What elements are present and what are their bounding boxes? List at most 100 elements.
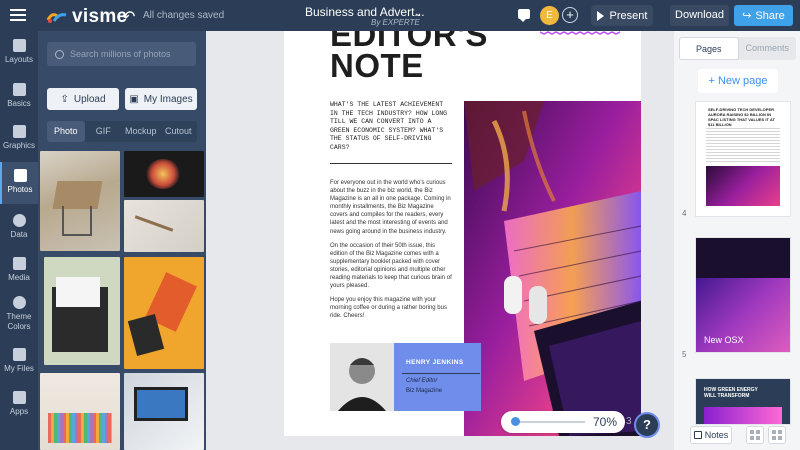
play-icon [596,10,604,21]
grid-view-icon[interactable] [746,426,764,444]
page-thumbnail-5[interactable]: New OSX [696,238,790,352]
rail-item-graphics[interactable]: Graphics [0,125,38,150]
rail-label: Apps [9,407,29,416]
avatar[interactable]: E [540,6,559,25]
data-icon [12,214,26,227]
notes-icon [693,431,702,439]
present-button[interactable]: Present [591,5,653,26]
photo-thumbnail-desk[interactable] [40,151,120,251]
slide-title: HOW GREEN ENERGY WILL TRANSFORM [704,387,758,399]
editor-page[interactable]: EDITOR'S NOTE WHAT'S THE LATEST ACHIEVEM… [284,31,641,436]
slide-title: SELF-DRIVING TECH DEVELOPER AURORA RAISI… [708,107,775,127]
laptop-photo[interactable] [464,101,641,436]
document-author: By EXPERTE [371,18,420,27]
author-role: Chief Editor [406,378,438,384]
menu-icon[interactable] [10,9,26,21]
author-name: HENRY JENKINS [406,359,464,366]
photo-grid [38,151,206,450]
rail-item-layouts[interactable]: Layouts [0,39,38,64]
photo-search[interactable] [47,42,196,66]
search-icon [55,49,64,59]
heading-line-2: NOTE [330,47,424,84]
notes-button[interactable]: Notes [690,426,732,444]
tab-comments[interactable]: Comments [739,37,797,60]
undo-icon[interactable]: ↶ [122,7,135,27]
share-button[interactable]: ↪ Share [734,5,793,26]
apps-icon [12,391,26,404]
zoom-level: 70% [593,415,618,429]
rail-label: Theme Colors [6,312,32,331]
grid-view-large-icon[interactable] [768,426,786,444]
notes-label: Notes [704,430,729,440]
logo-text: visme [72,6,128,27]
editor-question-text[interactable]: WHAT'S THE LATEST ACHIEVEMENT IN THE TEC… [330,101,452,152]
page-number-5: 5 [682,350,687,359]
document-title[interactable]: Business and Advert... [305,5,424,19]
layouts-icon [12,39,26,52]
zoom-slider-handle[interactable] [511,417,520,426]
rail-item-basics[interactable]: Basics [0,83,38,108]
slide-image [706,166,780,206]
slide-image [704,407,782,424]
upload-button[interactable]: ⇪ Upload [47,88,119,110]
page-thumbnail-6[interactable]: HOW GREEN ENERGY WILL TRANSFORM [696,379,790,424]
photos-icon [13,169,27,182]
photo-thumbnail-monitors[interactable] [124,373,204,450]
comment-icon[interactable] [518,9,530,22]
zoom-slider-track[interactable] [513,421,585,423]
tab-pages[interactable]: Pages [679,37,739,60]
photo-thumbnail-hand-glow[interactable] [124,151,204,197]
my-images-button[interactable]: ▣ My Images [125,88,197,110]
logo-mark-icon [46,13,67,23]
rail-item-photos[interactable]: Photos [0,162,38,204]
download-button[interactable]: Download [670,5,729,26]
save-status: All changes saved [143,10,225,21]
upload-label: Upload [73,93,106,105]
pages-panel-tabs: Pages Comments [679,37,796,60]
rail-label: My Files [4,364,34,373]
left-rail: Layouts Basics Graphics Photos Data Medi… [0,31,38,450]
tab-photo[interactable]: Photo [47,121,85,142]
add-collaborator-icon[interactable]: + [562,7,578,23]
rail-item-media[interactable]: Media [0,257,38,282]
neon-laptop-image [464,101,641,436]
slide-text-lines [706,128,780,162]
editor-body-text[interactable]: For everyone out in the world who's curi… [330,179,452,327]
divider [330,163,452,164]
photo-thumbnail-workspace[interactable] [124,200,204,252]
present-label: Present [609,9,648,22]
my-images-label: My Images [143,93,193,105]
author-divider [402,373,480,374]
paragraph-2: On the occasion of their 50th issue, thi… [330,242,452,290]
page-heading[interactable]: EDITOR'S NOTE [330,31,488,84]
view-toggle [746,426,792,444]
new-page-button[interactable]: + New page [698,69,778,93]
photo-thumbnail-pencils[interactable] [40,373,120,450]
rail-label: Photos [7,185,33,194]
graphics-icon [12,125,26,138]
palette-icon [12,296,26,309]
tab-mockup[interactable]: Mockup [122,121,160,142]
portrait-image [330,343,394,411]
tab-cutout[interactable]: Cutout [160,121,198,142]
rail-item-my-files[interactable]: My Files [0,348,38,373]
author-card[interactable]: HENRY JENKINS Chief Editor Biz Magazine [394,343,481,411]
pages-panel: Pages Comments + New page SELF-DRIVING T… [674,31,800,450]
help-button[interactable]: ? [634,412,660,438]
photo-type-tabs: Photo GIF Mockup Cutout [47,121,197,142]
author-photo[interactable] [330,343,394,411]
basics-icon [12,83,26,96]
photo-thumbnail-stationery[interactable] [124,257,204,369]
tab-gif[interactable]: GIF [85,121,123,142]
chevron-down-icon[interactable]: ⌄ [414,8,422,19]
rail-item-data[interactable]: Data [0,214,38,239]
search-input[interactable] [70,49,190,59]
visme-logo[interactable]: visme [46,6,127,28]
files-icon [12,348,26,361]
photo-thumbnail-envelope[interactable] [44,257,120,365]
rail-item-apps[interactable]: Apps [0,391,38,416]
page-thumbnail-4[interactable]: SELF-DRIVING TECH DEVELOPER AURORA RAISI… [696,102,790,216]
rail-item-theme-colors[interactable]: Theme Colors [0,296,38,332]
zoom-control[interactable]: 70% [501,411,625,433]
paragraph-1: For everyone out in the world who's curi… [330,180,451,235]
